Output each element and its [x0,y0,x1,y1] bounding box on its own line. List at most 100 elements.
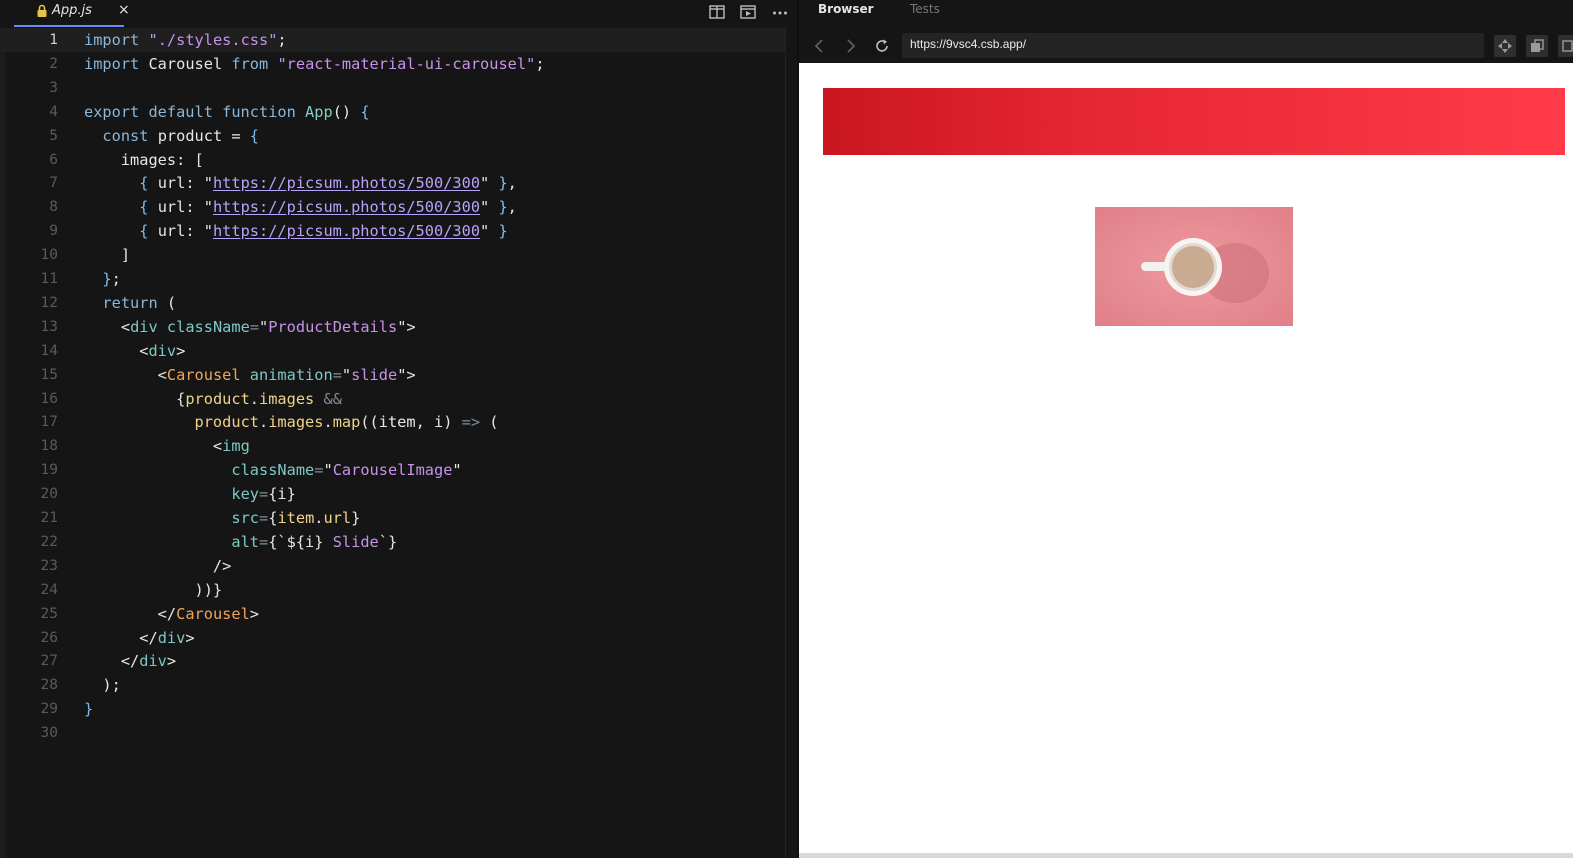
code-line[interactable]: 4 export default function App() { [0,100,785,124]
code-line[interactable]: 21 src={item.url} [0,506,785,530]
code-line[interactable]: 23 /> [0,554,785,578]
devtools-button[interactable] [1494,35,1516,57]
tab-app-js[interactable]: App.js × [14,0,130,28]
line-number: 21 [40,510,58,526]
open-window-button[interactable] [1526,35,1548,57]
url-link[interactable]: https://picsum.photos/500/300 [213,198,480,216]
new-tab-button[interactable] [1558,35,1573,57]
code-line[interactable]: 11 }; [0,267,785,291]
code-editor: App.js × 1 import "./styles.css"; 2 import … [0,0,798,858]
url-link[interactable]: https://picsum.photos/500/300 [213,222,480,240]
tab-tests[interactable]: Tests [910,2,940,16]
code-text: </Carousel> [84,602,259,626]
editor-tabbar: App.js × [0,0,797,29]
code-line[interactable]: 7 { url: "https://picsum.photos/500/300"… [0,171,785,195]
code-line[interactable]: 5 const product = { [0,124,785,148]
move-icon [1498,39,1512,53]
carousel-image[interactable] [1095,207,1293,326]
tab-browser[interactable]: Browser [818,2,874,16]
code-token: " [480,198,499,217]
code-line[interactable]: 2 import Carousel from "react-material-ui… [0,52,785,76]
code-token: ] [84,246,131,265]
code-line[interactable]: 10 ] [0,243,785,267]
code-line[interactable]: 25 </Carousel> [0,602,785,626]
code-token: , [507,198,517,217]
code-line[interactable]: 22 alt={`${i} Slide`} [0,530,785,554]
code-line[interactable]: 29} [0,697,785,721]
code-token: slide [351,365,398,384]
code-token: item [277,509,315,527]
code-token: return [102,293,158,312]
code-text: src={item.url} [84,506,360,530]
close-icon[interactable]: × [118,2,130,18]
code-line[interactable]: 19 className="CarouselImage" [0,458,785,482]
red-banner [823,88,1565,155]
code-token: "./styles.css" [148,31,278,49]
line-number: 3 [49,79,58,96]
code-token: `} [378,532,398,551]
code-line[interactable]: 8 { url: "https://picsum.photos/500/300"… [0,195,785,219]
code-token: map [332,413,361,432]
url-text: https://9vsc4.csb.app/ [910,37,1027,51]
code-text: alt={`${i} Slide`} [84,530,397,554]
code-line[interactable]: 17 product.images.map((item, i) => ( [0,410,785,434]
line-number: 22 [40,533,58,550]
line-number: 5 [49,127,58,144]
code-line[interactable]: 20 key={i} [0,482,785,506]
url-link[interactable]: https://picsum.photos/500/300 [213,174,480,192]
code-text: import Carousel from "react-material-ui-… [84,52,545,76]
code-line[interactable]: 3 [0,76,785,100]
code-line[interactable]: 24 ))} [0,578,785,602]
code-token: ; [277,31,287,49]
line-number: 23 [40,557,58,574]
code-line[interactable]: 6 images: [ [0,148,785,172]
split-editor-icon[interactable] [708,4,726,20]
code-token: " [341,365,352,384]
code-line[interactable]: 13 <div className="ProductDetails"> [0,315,785,339]
code-line[interactable]: 16 {product.images && [0,387,785,411]
code-text: <div className="ProductDetails"> [84,315,416,339]
code-line[interactable]: 12 return ( [0,291,785,315]
code-token: export default function [84,102,296,121]
code-token: product [185,389,250,408]
more-icon[interactable] [771,4,789,20]
address-bar[interactable]: https://9vsc4.csb.app/ [902,33,1484,58]
code-token: } [102,270,112,288]
code-area[interactable]: 1 import "./styles.css"; 2 import Carousel … [0,28,785,858]
code-token: CarouselImage [332,461,453,480]
code-line[interactable]: 9 { url: "https://picsum.photos/500/300"… [0,219,785,243]
code-token: () [332,102,361,121]
code-line[interactable]: 30 [0,721,785,745]
back-icon[interactable] [811,37,829,55]
code-text: return ( [84,291,176,315]
code-token: {`${i} [268,532,333,551]
line-number: 29 [40,701,58,718]
forward-icon[interactable] [841,37,859,55]
code-token: > [185,628,195,647]
code-line[interactable]: 28 ); [0,673,785,697]
code-text: {product.images && [84,387,342,411]
preview-icon[interactable] [739,4,757,20]
code-line[interactable]: 1 import "./styles.css"; [0,28,785,52]
code-line[interactable]: 27 </div> [0,649,785,673]
code-line[interactable]: 14 <div> [0,339,785,363]
code-text: </div> [84,649,176,673]
code-token: from [231,54,269,73]
code-token: const [102,126,149,145]
code-line[interactable]: 15 <Carousel animation="slide"> [0,363,785,387]
code-line[interactable]: 26 </div> [0,626,785,650]
code-token: = [332,365,342,384]
line-number: 16 [40,390,58,407]
code-line[interactable]: 18 <img [0,434,785,458]
code-token: => [461,413,481,432]
line-number: 14 [40,342,58,359]
reload-icon[interactable] [873,37,891,55]
code-text: <img [84,434,250,458]
code-token: Slide [332,532,379,551]
code-token: key [231,485,259,504]
line-number: 17 [40,414,58,431]
lock-icon [37,4,47,17]
